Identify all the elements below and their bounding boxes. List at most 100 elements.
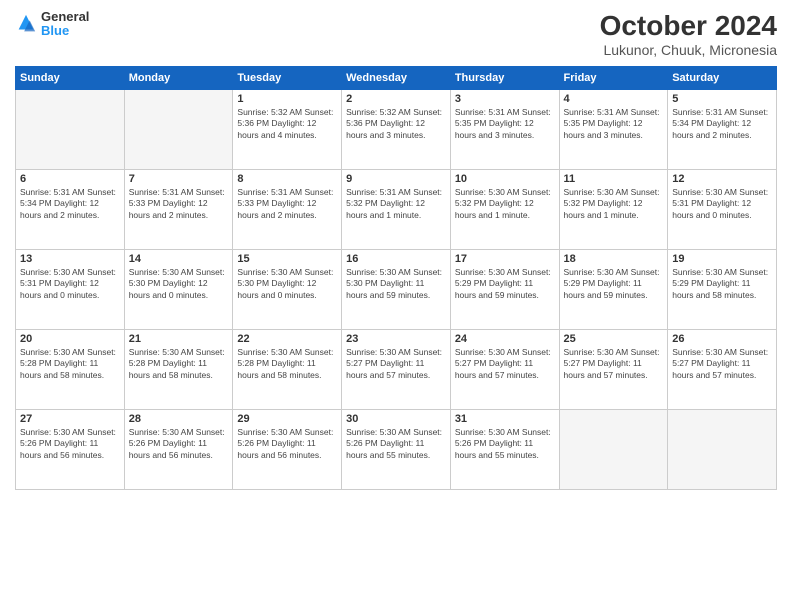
- day-number: 27: [20, 413, 120, 425]
- calendar-day-cell: 23 Sunrise: 5:30 AM Sunset: 5:27 PM Dayli…: [342, 330, 451, 410]
- day-number: 16: [346, 253, 446, 265]
- day-number: 1: [237, 93, 337, 105]
- day-number: 25: [564, 333, 664, 345]
- day-detail: Sunrise: 5:30 AM Sunset: 5:32 PM Dayligh…: [564, 187, 664, 221]
- weekday-header: Sunday: [16, 67, 125, 90]
- day-detail: Sunrise: 5:31 AM Sunset: 5:34 PM Dayligh…: [20, 187, 120, 221]
- page: General Blue October 2024 Lukunor, Chuuk…: [0, 0, 792, 612]
- calendar-day-cell: [16, 90, 125, 170]
- calendar-day-cell: 12 Sunrise: 5:30 AM Sunset: 5:31 PM Dayli…: [668, 170, 777, 250]
- calendar-day-cell: [559, 410, 668, 490]
- calendar-day-cell: 4 Sunrise: 5:31 AM Sunset: 5:35 PM Daylig…: [559, 90, 668, 170]
- calendar-day-cell: [124, 90, 233, 170]
- header: General Blue October 2024 Lukunor, Chuuk…: [15, 10, 777, 58]
- calendar-day-cell: 1 Sunrise: 5:32 AM Sunset: 5:36 PM Daylig…: [233, 90, 342, 170]
- day-detail: Sunrise: 5:30 AM Sunset: 5:29 PM Dayligh…: [564, 267, 664, 301]
- day-number: 6: [20, 173, 120, 185]
- day-number: 10: [455, 173, 555, 185]
- day-number: 18: [564, 253, 664, 265]
- day-detail: Sunrise: 5:30 AM Sunset: 5:26 PM Dayligh…: [20, 427, 120, 461]
- day-number: 29: [237, 413, 337, 425]
- day-detail: Sunrise: 5:31 AM Sunset: 5:33 PM Dayligh…: [129, 187, 229, 221]
- calendar-day-cell: 22 Sunrise: 5:30 AM Sunset: 5:28 PM Dayli…: [233, 330, 342, 410]
- day-detail: Sunrise: 5:30 AM Sunset: 5:27 PM Dayligh…: [346, 347, 446, 381]
- day-number: 14: [129, 253, 229, 265]
- day-number: 19: [672, 253, 772, 265]
- day-detail: Sunrise: 5:32 AM Sunset: 5:36 PM Dayligh…: [237, 107, 337, 141]
- day-number: 3: [455, 93, 555, 105]
- calendar-day-cell: 13Sunrise: 5:30 AM Sunset: 5:31 PM Dayli…: [16, 250, 125, 330]
- day-number: 5: [672, 93, 772, 105]
- day-detail: Sunrise: 5:30 AM Sunset: 5:29 PM Dayligh…: [672, 267, 772, 301]
- day-detail: Sunrise: 5:30 AM Sunset: 5:26 PM Dayligh…: [237, 427, 337, 461]
- calendar-body: 1 Sunrise: 5:32 AM Sunset: 5:36 PM Daylig…: [16, 90, 777, 490]
- day-detail: Sunrise: 5:30 AM Sunset: 5:28 PM Dayligh…: [237, 347, 337, 381]
- day-number: 23: [346, 333, 446, 345]
- calendar-header: SundayMondayTuesdayWednesdayThursdayFrid…: [16, 67, 777, 90]
- calendar-day-cell: 14 Sunrise: 5:30 AM Sunset: 5:30 PM Dayli…: [124, 250, 233, 330]
- day-detail: Sunrise: 5:30 AM Sunset: 5:28 PM Dayligh…: [129, 347, 229, 381]
- logo-text: General Blue: [41, 10, 89, 39]
- calendar-day-cell: 17 Sunrise: 5:30 AM Sunset: 5:29 PM Dayli…: [450, 250, 559, 330]
- calendar-day-cell: 5 Sunrise: 5:31 AM Sunset: 5:34 PM Daylig…: [668, 90, 777, 170]
- day-number: 31: [455, 413, 555, 425]
- weekday-header: Thursday: [450, 67, 559, 90]
- calendar: SundayMondayTuesdayWednesdayThursdayFrid…: [15, 66, 777, 490]
- day-detail: Sunrise: 5:31 AM Sunset: 5:35 PM Dayligh…: [455, 107, 555, 141]
- calendar-day-cell: 18 Sunrise: 5:30 AM Sunset: 5:29 PM Dayli…: [559, 250, 668, 330]
- calendar-day-cell: 9Sunrise: 5:31 AM Sunset: 5:32 PM Daylig…: [342, 170, 451, 250]
- day-number: 12: [672, 173, 772, 185]
- day-number: 17: [455, 253, 555, 265]
- weekday-header: Monday: [124, 67, 233, 90]
- day-number: 9: [346, 173, 446, 185]
- calendar-week-row: 27 Sunrise: 5:30 AM Sunset: 5:26 PM Dayli…: [16, 410, 777, 490]
- title-block: October 2024 Lukunor, Chuuk, Micronesia: [600, 10, 777, 58]
- calendar-day-cell: 3 Sunrise: 5:31 AM Sunset: 5:35 PM Daylig…: [450, 90, 559, 170]
- day-detail: Sunrise: 5:30 AM Sunset: 5:28 PM Dayligh…: [20, 347, 120, 381]
- calendar-day-cell: 6 Sunrise: 5:31 AM Sunset: 5:34 PM Daylig…: [16, 170, 125, 250]
- day-detail: Sunrise: 5:30 AM Sunset: 5:26 PM Dayligh…: [129, 427, 229, 461]
- calendar-day-cell: 30Sunrise: 5:30 AM Sunset: 5:26 PM Dayli…: [342, 410, 451, 490]
- day-detail: Sunrise: 5:30 AM Sunset: 5:27 PM Dayligh…: [455, 347, 555, 381]
- day-number: 13: [20, 253, 120, 265]
- day-detail: Sunrise: 5:31 AM Sunset: 5:34 PM Dayligh…: [672, 107, 772, 141]
- calendar-day-cell: 15Sunrise: 5:30 AM Sunset: 5:30 PM Dayli…: [233, 250, 342, 330]
- calendar-week-row: 1 Sunrise: 5:32 AM Sunset: 5:36 PM Daylig…: [16, 90, 777, 170]
- day-detail: Sunrise: 5:32 AM Sunset: 5:36 PM Dayligh…: [346, 107, 446, 141]
- calendar-day-cell: 31 Sunrise: 5:30 AM Sunset: 5:26 PM Dayli…: [450, 410, 559, 490]
- calendar-day-cell: 24 Sunrise: 5:30 AM Sunset: 5:27 PM Dayli…: [450, 330, 559, 410]
- day-number: 21: [129, 333, 229, 345]
- calendar-day-cell: [668, 410, 777, 490]
- day-detail: Sunrise: 5:30 AM Sunset: 5:30 PM Dayligh…: [129, 267, 229, 301]
- calendar-day-cell: 11Sunrise: 5:30 AM Sunset: 5:32 PM Dayli…: [559, 170, 668, 250]
- calendar-day-cell: 2 Sunrise: 5:32 AM Sunset: 5:36 PM Daylig…: [342, 90, 451, 170]
- weekday-row: SundayMondayTuesdayWednesdayThursdayFrid…: [16, 67, 777, 90]
- day-detail: Sunrise: 5:30 AM Sunset: 5:29 PM Dayligh…: [455, 267, 555, 301]
- day-detail: Sunrise: 5:31 AM Sunset: 5:35 PM Dayligh…: [564, 107, 664, 141]
- subtitle: Lukunor, Chuuk, Micronesia: [600, 42, 777, 58]
- day-number: 8: [237, 173, 337, 185]
- day-detail: Sunrise: 5:30 AM Sunset: 5:32 PM Dayligh…: [455, 187, 555, 221]
- day-number: 2: [346, 93, 446, 105]
- day-detail: Sunrise: 5:30 AM Sunset: 5:27 PM Dayligh…: [672, 347, 772, 381]
- calendar-day-cell: 28 Sunrise: 5:30 AM Sunset: 5:26 PM Dayli…: [124, 410, 233, 490]
- day-number: 24: [455, 333, 555, 345]
- calendar-day-cell: 20Sunrise: 5:30 AM Sunset: 5:28 PM Dayli…: [16, 330, 125, 410]
- calendar-day-cell: 25Sunrise: 5:30 AM Sunset: 5:27 PM Dayli…: [559, 330, 668, 410]
- day-detail: Sunrise: 5:30 AM Sunset: 5:26 PM Dayligh…: [455, 427, 555, 461]
- day-detail: Sunrise: 5:30 AM Sunset: 5:26 PM Dayligh…: [346, 427, 446, 461]
- calendar-day-cell: 26 Sunrise: 5:30 AM Sunset: 5:27 PM Dayli…: [668, 330, 777, 410]
- day-number: 26: [672, 333, 772, 345]
- calendar-day-cell: 19 Sunrise: 5:30 AM Sunset: 5:29 PM Dayli…: [668, 250, 777, 330]
- day-number: 4: [564, 93, 664, 105]
- day-number: 28: [129, 413, 229, 425]
- calendar-day-cell: 16Sunrise: 5:30 AM Sunset: 5:30 PM Dayli…: [342, 250, 451, 330]
- logo: General Blue: [15, 10, 89, 39]
- weekday-header: Friday: [559, 67, 668, 90]
- calendar-day-cell: 21 Sunrise: 5:30 AM Sunset: 5:28 PM Dayli…: [124, 330, 233, 410]
- weekday-header: Saturday: [668, 67, 777, 90]
- day-detail: Sunrise: 5:30 AM Sunset: 5:31 PM Dayligh…: [672, 187, 772, 221]
- day-number: 22: [237, 333, 337, 345]
- calendar-week-row: 20Sunrise: 5:30 AM Sunset: 5:28 PM Dayli…: [16, 330, 777, 410]
- day-number: 15: [237, 253, 337, 265]
